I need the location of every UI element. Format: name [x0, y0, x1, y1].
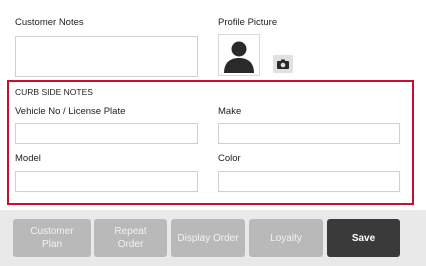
model-input[interactable] [15, 171, 198, 192]
profile-picture-label: Profile Picture [218, 17, 278, 28]
save-label: Save [351, 232, 376, 244]
make-label: Make [218, 106, 242, 117]
profile-picture-box[interactable] [218, 34, 260, 76]
vehicle-input[interactable] [15, 123, 198, 144]
display-order-button[interactable]: Display Order [171, 219, 245, 257]
color-label: Color [218, 153, 241, 164]
color-input[interactable] [218, 171, 400, 192]
customer-plan-button[interactable]: Customer Plan [13, 219, 91, 257]
user-silhouette-icon [224, 41, 254, 73]
loyalty-label: Loyalty [270, 232, 302, 244]
loyalty-button[interactable]: Loyalty [249, 219, 323, 257]
camera-button[interactable] [273, 55, 293, 73]
make-input[interactable] [218, 123, 400, 144]
model-label: Model [15, 153, 41, 164]
curbside-title: CURB SIDE NOTES [15, 87, 93, 97]
display-order-label: Display Order [177, 232, 239, 244]
customer-notes-label: Customer Notes [15, 17, 84, 28]
customer-notes-field[interactable] [15, 36, 198, 77]
repeat-order-label: Repeat Order [114, 226, 147, 250]
repeat-order-button[interactable]: Repeat Order [94, 219, 167, 257]
customer-plan-label: Customer Plan [30, 226, 74, 250]
vehicle-label: Vehicle No / License Plate [15, 106, 126, 117]
save-button[interactable]: Save [327, 219, 400, 257]
camera-icon [277, 59, 289, 69]
